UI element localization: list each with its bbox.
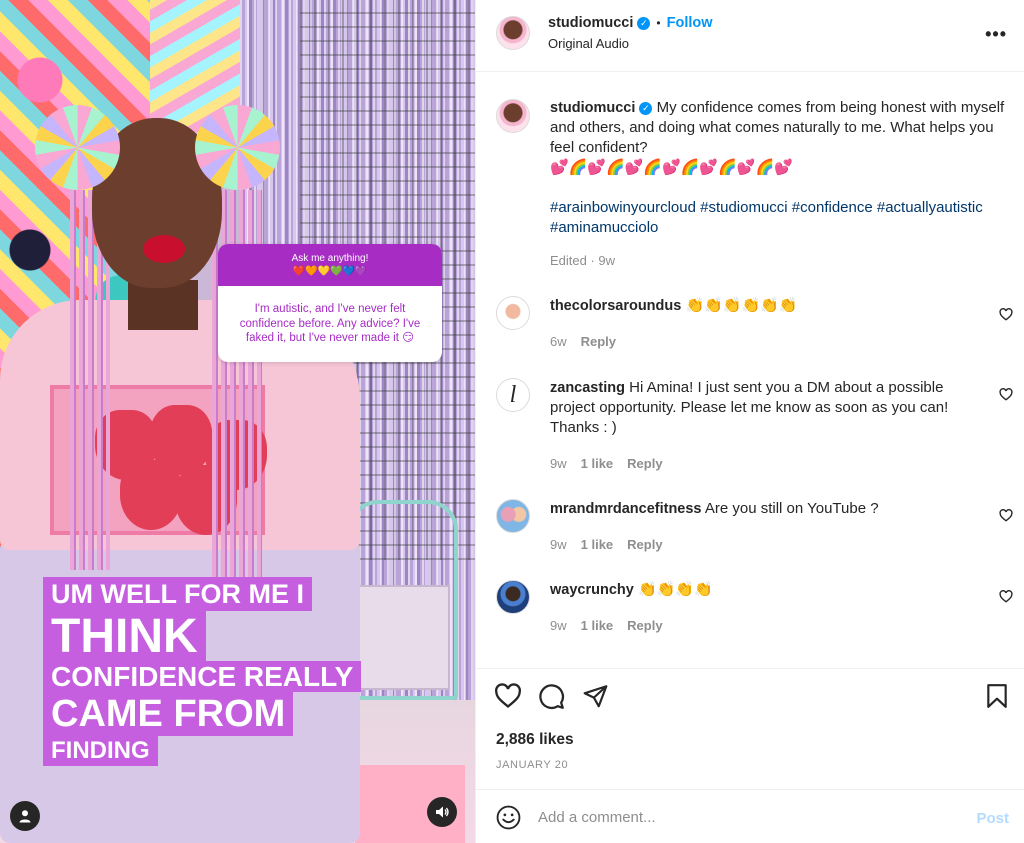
comment-heart-icon[interactable] [999, 590, 1013, 603]
question-sticker: Ask me anything! ❤️🧡💛💚💙💜 I'm autistic, a… [218, 244, 442, 362]
reply-button[interactable]: Reply [627, 618, 662, 633]
avatar-letter-icon: l [509, 382, 517, 408]
separator-dot: • [656, 16, 661, 30]
post-header: studiomucci ✓ • Follow Original Audio ••• [476, 0, 1024, 72]
avatar[interactable]: l [496, 378, 530, 412]
caption-emoji: 💕🌈💕🌈💕🌈💕🌈💕🌈💕🌈💕 [550, 159, 793, 176]
comment-text: 👏👏👏👏 [638, 581, 713, 598]
post-comment-button[interactable]: Post [976, 810, 1009, 827]
comments-scroll-area[interactable]: studiomucci ✓ My confidence comes from be… [476, 73, 1024, 668]
comment-likes[interactable]: 1 like [581, 537, 614, 552]
video-caption-line: THINK [43, 611, 206, 661]
comment-heart-icon[interactable] [999, 509, 1013, 522]
comment-time: 9w [550, 618, 567, 633]
comment-meta: 9w 1 like Reply [550, 618, 677, 633]
comment-time: 9w [550, 537, 567, 552]
post-author: studiomucci ✓ • Follow [548, 14, 713, 32]
video-caption-line: CONFIDENCE REALLY [43, 661, 362, 692]
emoji-icon[interactable] [496, 805, 521, 830]
post-details-panel: studiomucci ✓ • Follow Original Audio ••• s… [475, 0, 1024, 843]
comment-body: waycrunchy 👏👏👏👏 [550, 580, 980, 600]
avatar[interactable] [496, 580, 530, 614]
user-icon [19, 810, 31, 823]
comment-meta: 9w 1 like Reply [550, 456, 677, 471]
comment-username[interactable]: waycrunchy [550, 582, 634, 598]
add-comment-bar: Post [476, 789, 1024, 843]
sound-toggle-button[interactable] [427, 797, 457, 827]
comment-body: mrandmrdancefitness Are you still on You… [550, 499, 980, 519]
hair-bun-right [195, 105, 280, 190]
comment-meta: 9w 1 like Reply [550, 537, 677, 552]
reply-button[interactable]: Reply [627, 456, 662, 471]
avatar[interactable] [496, 499, 530, 533]
comment-body: zancasting Hi Amina! I just sent you a D… [550, 378, 980, 438]
heart-icon[interactable] [494, 683, 522, 709]
comment-likes[interactable]: 1 like [581, 456, 614, 471]
post-caption: studiomucci ✓ My confidence comes from be… [550, 98, 1010, 238]
likes-count[interactable]: 2,886 likes [496, 731, 574, 749]
question-sticker-title: Ask me anything! [291, 253, 369, 264]
reply-button[interactable]: Reply [581, 334, 616, 349]
tagged-users-button[interactable] [10, 801, 40, 831]
author-username[interactable]: studiomucci [548, 15, 633, 31]
reel-video[interactable]: Ask me anything! ❤️🧡💛💚💙💜 I'm autistic, a… [0, 0, 475, 843]
more-options-icon[interactable]: ••• [985, 24, 1007, 45]
follow-button[interactable]: Follow [667, 15, 713, 31]
comment-text: Are you still on YouTube ? [704, 500, 879, 517]
comment-heart-icon[interactable] [999, 388, 1013, 401]
verified-badge-icon: ✓ [639, 102, 653, 115]
caption-hashtags[interactable]: #arainbowinyourcloud #studiomucci #confi… [550, 198, 1010, 238]
comment-username[interactable]: zancasting [550, 380, 625, 396]
comment-username[interactable]: mrandmrdancefitness [550, 501, 702, 517]
avatar[interactable] [496, 296, 530, 330]
avatar[interactable] [496, 99, 530, 133]
question-sticker-text: I'm autistic, and I've never felt confid… [239, 303, 421, 344]
bookmark-icon[interactable] [986, 683, 1008, 709]
comment-body: thecolorsaroundus 👏👏👏👏👏👏 [550, 296, 980, 316]
video-caption-line: FINDING [43, 736, 158, 766]
speaker-icon [436, 806, 449, 818]
caption-username[interactable]: studiomucci [550, 100, 635, 116]
avatar[interactable] [496, 16, 530, 50]
comment-username[interactable]: thecolorsaroundus [550, 298, 681, 314]
drawer [350, 585, 450, 690]
post-actions: 2,886 likes JANUARY 20 [476, 668, 1024, 788]
reply-button[interactable]: Reply [627, 537, 662, 552]
comment-bubble-icon[interactable] [538, 683, 565, 710]
audio-link[interactable]: Original Audio [548, 36, 629, 51]
question-sticker-emoji: ❤️🧡💛💚💙💜 [292, 266, 368, 277]
person-lips [143, 235, 185, 263]
comment-input[interactable] [538, 804, 938, 830]
comment-time: 9w [550, 456, 567, 471]
comment-meta: 6w Reply [550, 334, 630, 349]
comment-likes[interactable]: 1 like [581, 618, 614, 633]
video-caption-line: CAME FROM [43, 692, 294, 736]
question-sticker-header: Ask me anything! ❤️🧡💛💚💙💜 [218, 244, 442, 286]
hair-bun-left [35, 105, 120, 190]
comment-heart-icon[interactable] [999, 308, 1013, 321]
post-date: JANUARY 20 [496, 759, 569, 771]
comment-time: 6w [550, 334, 567, 349]
strawberry-graphic [120, 460, 182, 530]
video-caption-line: UM WELL FOR ME I [43, 577, 312, 611]
comment-text: 👏👏👏👏👏👏 [685, 297, 798, 314]
edited-timestamp: Edited · 9w [550, 253, 616, 268]
verified-badge-icon: ✓ [637, 17, 651, 30]
paper-plane-icon[interactable] [582, 683, 609, 709]
